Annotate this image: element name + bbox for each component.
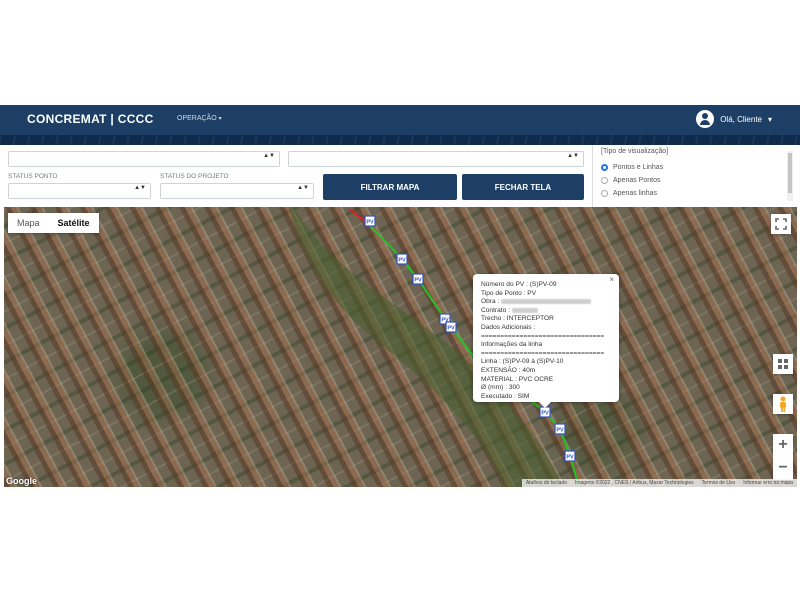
- obra-select[interactable]: ▲▼: [8, 151, 280, 167]
- info-executado: Executado : SIM: [481, 392, 530, 400]
- pegman-icon: [780, 396, 786, 412]
- map-type-satellite[interactable]: Satélite: [49, 213, 99, 233]
- close-icon[interactable]: ×: [609, 275, 614, 285]
- view-type-title: [Tipo de visualização]: [601, 148, 669, 155]
- view-type-scrollbar[interactable]: [787, 151, 793, 201]
- pv-marker[interactable]: PV: [396, 253, 408, 265]
- radio-icon[interactable]: [601, 190, 608, 197]
- redacted-value: [511, 307, 538, 313]
- svg-text:PV: PV: [366, 220, 374, 226]
- filter-panel: ▲▼ ▲▼ STATUS PONTO ▲▼ STATUS DO PROJETO …: [0, 145, 800, 207]
- pv-marker[interactable]: PV: [445, 321, 457, 333]
- street-view-pegman[interactable]: [773, 394, 793, 414]
- select-arrows-icon: ▲▼: [263, 153, 275, 159]
- fullscreen-icon: [775, 218, 787, 230]
- info-numero-pv: Número do PV : (S)PV-09: [481, 281, 557, 288]
- fullscreen-button[interactable]: [771, 214, 791, 234]
- zoom-controls: + −: [773, 434, 793, 480]
- status-ponto-select[interactable]: ▲▼: [8, 183, 151, 199]
- filter-map-button[interactable]: FILTRAR MAPA: [323, 174, 457, 200]
- scrollbar-thumb[interactable]: [788, 153, 792, 193]
- view-option-points-lines[interactable]: Pontos e Linhas: [601, 164, 663, 171]
- user-avatar-icon: [696, 110, 715, 128]
- radio-selected-icon[interactable]: [601, 164, 608, 171]
- top-navbar: CONCREMAT | CCCC OPERAÇÃO ▾ Olá, Cliente…: [0, 105, 800, 135]
- map-type-map[interactable]: Mapa: [8, 213, 49, 233]
- select-arrows-icon: ▲▼: [297, 185, 309, 191]
- pv-marker[interactable]: PV: [554, 423, 566, 435]
- svg-text:PV: PV: [398, 258, 406, 264]
- svg-text:PV: PV: [556, 428, 564, 434]
- app-title: CONCREMAT | CCCC: [27, 112, 154, 126]
- select-arrows-icon: ▲▼: [134, 185, 146, 191]
- info-trecho: Trecho : INTERCEPTOR: [481, 315, 554, 323]
- operation-menu[interactable]: OPERAÇÃO ▾: [177, 115, 222, 122]
- user-menu[interactable]: Olá, Cliente ▾: [696, 110, 772, 128]
- pv-marker[interactable]: PV: [539, 406, 551, 418]
- pv-info-window: × Número do PV : (S)PV-09 Tipo de Ponto …: [473, 274, 619, 408]
- chevron-down-icon: ▾: [767, 114, 772, 124]
- pipe-line-red: [348, 208, 367, 223]
- svg-text:PV: PV: [566, 455, 574, 461]
- chevron-down-icon: ▾: [218, 116, 222, 122]
- map-type-toggle: Mapa Satélite: [8, 213, 99, 233]
- google-logo: Google: [6, 476, 37, 486]
- info-obra-label: Obra :: [481, 298, 500, 306]
- status-projeto-label: STATUS DO PROJETO: [160, 173, 229, 180]
- svg-text:PV: PV: [447, 326, 455, 332]
- operation-menu-label: OPERAÇÃO: [177, 115, 217, 122]
- svg-text:PV: PV: [541, 411, 549, 417]
- header-banner: [0, 135, 800, 145]
- status-projeto-select[interactable]: ▲▼: [160, 183, 314, 199]
- info-extensao: EXTENSÃO : 40m: [481, 366, 536, 374]
- map-overlay: PVPVPVPVPVPVPVPV: [289, 207, 580, 487]
- grid-icon: [778, 359, 788, 369]
- map-attribution: Atalhos do teclado Imagens ©2022 , CNES …: [521, 479, 797, 487]
- trecho-select[interactable]: ▲▼: [288, 151, 584, 167]
- view-option-points-only[interactable]: Apenas Pontos: [601, 177, 660, 184]
- select-arrows-icon: ▲▼: [567, 153, 579, 159]
- info-separator: ================================: [481, 349, 605, 357]
- terms-link[interactable]: Termos de Uso: [702, 479, 736, 487]
- redacted-value: [501, 298, 592, 304]
- close-screen-button[interactable]: FECHAR TELA: [462, 174, 584, 200]
- view-type-panel: [Tipo de visualização] Pontos e Linhas A…: [592, 145, 796, 207]
- info-linha: Linha : (S)PV-09 à (S)PV-10: [481, 358, 564, 366]
- info-obra-row: Obra :: [481, 298, 611, 307]
- info-linha-heading: Informações da linha: [481, 341, 543, 349]
- report-error-link[interactable]: Informar erro no mapa: [743, 479, 793, 487]
- zoom-in-button[interactable]: +: [773, 434, 793, 457]
- view-option-label: Apenas linhas: [613, 190, 657, 197]
- info-dados-adicionais: Dados Adicionais :: [481, 323, 536, 331]
- imagery-credit: Imagens ©2022 , CNES / Airbus, Maxar Tec…: [574, 480, 694, 486]
- info-contrato-label: Contrato :: [481, 306, 510, 314]
- pv-marker[interactable]: PV: [412, 273, 424, 285]
- info-material: MATERIAL : PVC OCRE: [481, 375, 554, 383]
- keyboard-shortcuts-link[interactable]: Atalhos do teclado: [526, 479, 567, 487]
- radio-icon[interactable]: [601, 177, 608, 184]
- view-option-label: Apenas Pontos: [613, 177, 661, 184]
- info-separator: ================================: [481, 332, 605, 340]
- info-tipo-ponto: Tipo de Ponto : PV: [481, 289, 537, 297]
- view-option-lines-only[interactable]: Apenas linhas: [601, 190, 657, 197]
- svg-text:PV: PV: [414, 278, 422, 284]
- view-option-label: Pontos e Linhas: [613, 164, 664, 171]
- pv-marker[interactable]: PV: [364, 215, 376, 227]
- map-layers-button[interactable]: [773, 354, 793, 374]
- status-ponto-label: STATUS PONTO: [8, 173, 58, 180]
- info-diametro: Ø (mm) : 300: [481, 384, 520, 392]
- pv-marker[interactable]: PV: [564, 450, 576, 462]
- satellite-map[interactable]: PV PV PV PV PV PV PV PV Mapa Satélite + …: [4, 207, 797, 487]
- info-contrato-row: Contrato :: [481, 307, 611, 316]
- user-greeting: Olá, Cliente: [720, 114, 762, 124]
- zoom-out-button[interactable]: −: [773, 457, 793, 480]
- app-window: CONCREMAT | CCCC OPERAÇÃO ▾ Olá, Cliente…: [0, 105, 800, 487]
